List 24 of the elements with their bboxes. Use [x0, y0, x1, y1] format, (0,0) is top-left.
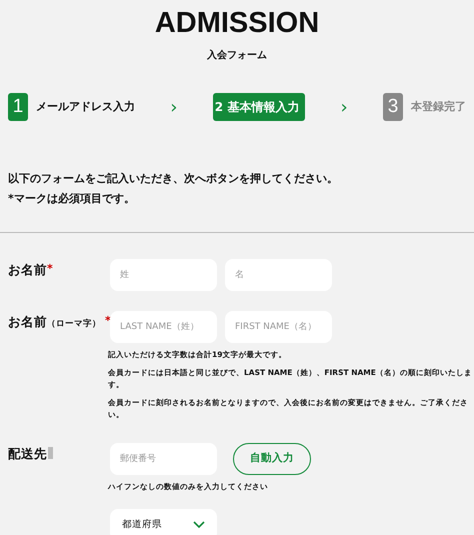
- text-field[interactable]: LAST NAME（姓）: [110, 311, 217, 343]
- instruction-text: 以下のフォームをご記入いただき、次へボタンを押してください。: [8, 172, 338, 185]
- field-label: 配送先: [8, 446, 47, 461]
- step-label: 本登録完了: [411, 98, 466, 115]
- text-field[interactable]: 姓: [110, 259, 217, 291]
- step-number: 1: [8, 93, 28, 121]
- prefecture-select[interactable]: 都道府県: [110, 509, 217, 535]
- text-field[interactable]: 郵便番号: [110, 443, 217, 475]
- chevron-down-icon: [193, 521, 205, 529]
- page-subtitle: 入会フォーム: [207, 48, 267, 63]
- step-indicator: 2 基本情報入力: [212, 93, 306, 121]
- step-number: 3: [383, 93, 403, 121]
- required-mark: *: [105, 314, 111, 327]
- auto-fill-button[interactable]: 自動入力: [233, 443, 311, 475]
- required-mark: *: [47, 262, 53, 275]
- field-label: お名前（ローマ字）: [8, 314, 101, 329]
- step-label: メールアドレス入力: [36, 98, 135, 115]
- chevron-icon: ›: [170, 94, 178, 120]
- text-field[interactable]: FIRST NAME（名）: [225, 311, 332, 343]
- field-label: お名前: [8, 262, 47, 277]
- page-title: ADMISSION: [154, 6, 320, 40]
- chevron-icon: ›: [340, 94, 348, 120]
- text-field[interactable]: 名: [225, 259, 332, 291]
- instruction-text: *マークは必須項目です。: [8, 192, 135, 205]
